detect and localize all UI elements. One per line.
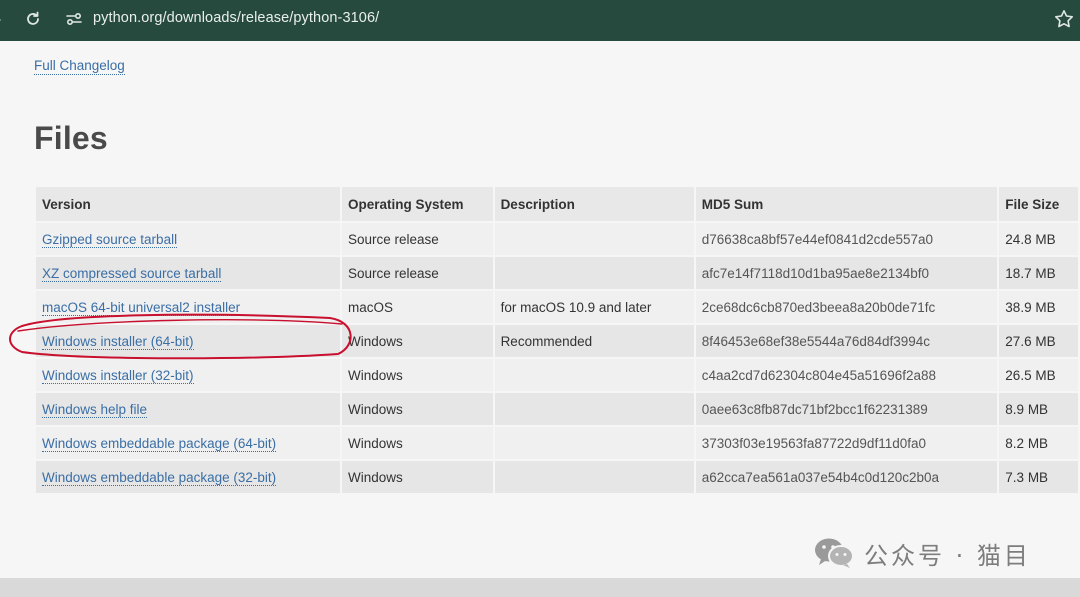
watermark-text: 公众号 · 猫目 bbox=[864, 541, 1031, 570]
back-arrow-icon[interactable]: › bbox=[0, 10, 8, 30]
table-row: Windows help file Windows 0aee63c8fb87dc… bbox=[36, 393, 1078, 425]
os-cell: Source release bbox=[341, 257, 493, 289]
address-bar-url[interactable]: python.org/downloads/release/python-3106… bbox=[93, 10, 379, 26]
table-row: Gzipped source tarball Source release d7… bbox=[36, 223, 1078, 255]
header-file-size: File Size bbox=[999, 187, 1078, 221]
header-version: Version bbox=[36, 187, 340, 221]
md5-cell: c4aa2cd7d62304c804e45a51696f2a88 bbox=[695, 359, 998, 391]
file-size-cell: 18.7 MB bbox=[999, 257, 1078, 289]
os-cell: Windows bbox=[341, 427, 493, 459]
page-footer-strip bbox=[0, 578, 1080, 597]
download-link[interactable]: macOS 64-bit universal2 installer bbox=[42, 299, 241, 316]
table-row: XZ compressed source tarball Source rele… bbox=[36, 257, 1078, 289]
md5-cell: 0aee63c8fb87dc71bf2bcc1f62231389 bbox=[695, 393, 998, 425]
windows-installer-64bit-link[interactable]: Windows installer (64-bit) bbox=[42, 333, 194, 350]
download-link[interactable]: XZ compressed source tarball bbox=[42, 265, 222, 282]
md5-cell: 8f46453e68ef38e5544a76d84df3994c bbox=[695, 325, 998, 357]
file-size-cell: 7.3 MB bbox=[999, 461, 1078, 493]
table-row-highlighted: Windows installer (64-bit) Windows Recom… bbox=[36, 325, 1078, 357]
wechat-icon bbox=[815, 538, 854, 568]
reload-icon[interactable] bbox=[23, 9, 43, 29]
table-row: Windows embeddable package (64-bit) Wind… bbox=[36, 427, 1078, 459]
download-link[interactable]: Windows help file bbox=[42, 401, 148, 418]
file-size-cell: 26.5 MB bbox=[999, 359, 1078, 391]
md5-cell: afc7e14f7118d10d1ba95ae8e2134bf0 bbox=[695, 257, 998, 289]
os-cell: Source release bbox=[341, 223, 493, 255]
file-size-cell: 24.8 MB bbox=[999, 223, 1078, 255]
os-cell: macOS bbox=[341, 291, 493, 323]
table-row: macOS 64-bit universal2 installer macOS … bbox=[36, 291, 1078, 323]
file-size-cell: 8.9 MB bbox=[999, 393, 1078, 425]
description-cell bbox=[494, 223, 694, 255]
download-link[interactable]: Windows embeddable package (32-bit) bbox=[42, 469, 277, 486]
file-size-cell: 8.2 MB bbox=[999, 427, 1078, 459]
description-cell bbox=[494, 461, 694, 493]
files-table: Version Operating System Description MD5… bbox=[34, 185, 1080, 495]
site-info-icon[interactable] bbox=[64, 9, 84, 29]
table-header-row: Version Operating System Description MD5… bbox=[36, 187, 1078, 221]
os-cell: Windows bbox=[341, 359, 493, 391]
file-size-cell: 27.6 MB bbox=[999, 325, 1078, 357]
description-cell bbox=[494, 427, 694, 459]
header-operating-system: Operating System bbox=[341, 187, 493, 221]
os-cell: Windows bbox=[341, 393, 493, 425]
md5-cell: 2ce68dc6cb870ed3beea8a20b0de71fc bbox=[695, 291, 998, 323]
description-cell: for macOS 10.9 and later bbox=[494, 291, 694, 323]
os-cell: Windows bbox=[341, 325, 493, 357]
full-changelog-link[interactable]: Full Changelog bbox=[34, 58, 125, 75]
description-cell bbox=[494, 393, 694, 425]
files-heading: Files bbox=[34, 120, 108, 156]
download-link[interactable]: Windows embeddable package (64-bit) bbox=[42, 435, 277, 452]
description-cell bbox=[494, 257, 694, 289]
md5-cell: a62cca7ea561a037e54b4c0d120c2b0a bbox=[695, 461, 998, 493]
md5-cell: 37303f03e19563fa87722d9df11d0fa0 bbox=[695, 427, 998, 459]
header-description: Description bbox=[494, 187, 694, 221]
header-md5-sum: MD5 Sum bbox=[695, 187, 998, 221]
table-row: Windows installer (32-bit) Windows c4aa2… bbox=[36, 359, 1078, 391]
download-link[interactable]: Gzipped source tarball bbox=[42, 231, 178, 248]
watermark: 公众号 · 猫目 bbox=[812, 533, 1031, 573]
md5-cell: d76638ca8bf57e44ef0841d2cde557a0 bbox=[695, 223, 998, 255]
table-row: Windows embeddable package (32-bit) Wind… bbox=[36, 461, 1078, 493]
browser-toolbar: › python.org/downloads/release/python-31… bbox=[0, 0, 1080, 41]
description-cell bbox=[494, 359, 694, 391]
download-link[interactable]: Windows installer (32-bit) bbox=[42, 367, 194, 384]
bookmark-star-icon[interactable] bbox=[1053, 8, 1075, 30]
os-cell: Windows bbox=[341, 461, 493, 493]
description-cell: Recommended bbox=[494, 325, 694, 357]
file-size-cell: 38.9 MB bbox=[999, 291, 1078, 323]
